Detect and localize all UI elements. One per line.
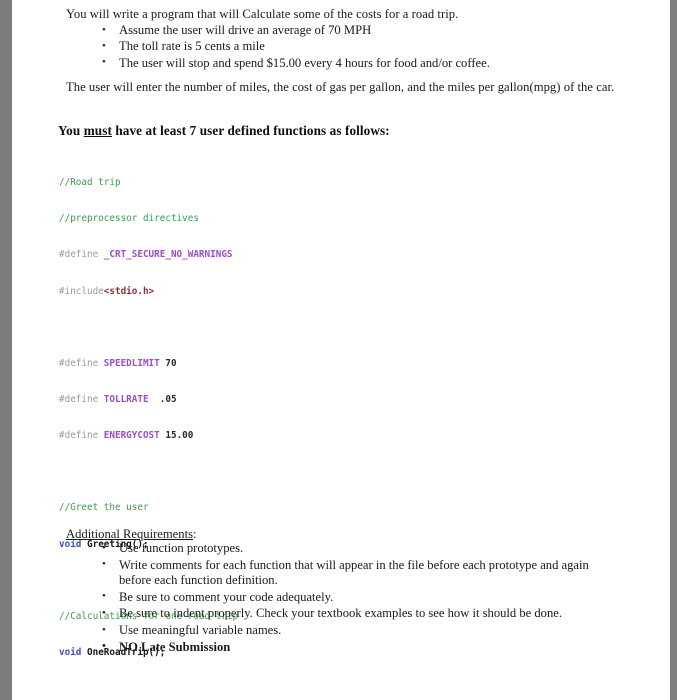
requirement-heading-before: You [58, 123, 84, 138]
additional-requirements-colon: : [192, 527, 197, 541]
list-item: The user will stop and spend $15.00 ever… [102, 55, 572, 71]
intro-paragraph: You will write a program that will Calcu… [66, 7, 459, 21]
code-line: #define _CRT_SECURE_NO_WARNINGS [59, 249, 233, 261]
list-item: Use meaningful variable names. [102, 623, 622, 638]
scanned-page-frame: You will write a program that will Calcu… [0, 0, 677, 700]
document-body: You will write a program that will Calcu… [12, 0, 670, 690]
requirement-heading-emphasis: must [83, 123, 112, 138]
additional-requirements-heading: Additional Requirements: [66, 527, 196, 542]
code-line: //Road trip [59, 177, 121, 189]
list-item: Be sure to indent properly. Check your t… [102, 606, 622, 621]
list-item: Use function prototypes. [102, 540, 622, 556]
code-line: //Greet the user [59, 502, 149, 514]
intro-bullet-list: Assume the user will drive an average of… [102, 22, 572, 72]
list-item: Assume the user will drive an average of… [102, 22, 572, 38]
additional-requirements-title: Additional Requirements [66, 527, 193, 541]
page-sheet: You will write a program that will Calcu… [12, 0, 670, 690]
additional-requirements-list: Use function prototypes. Write comments … [102, 540, 622, 656]
requirement-heading-after: have at least 7 user defined functions a… [111, 123, 390, 138]
code-line: #include<stdio.h> [59, 285, 155, 297]
code-line: #define SPEEDLIMIT 70 [59, 357, 177, 369]
list-item: Be sure to comment your code adequately. [102, 589, 622, 605]
code-line: #define ENERGYCOST 15.00 [59, 430, 194, 442]
code-line: //preprocessor directives [59, 213, 199, 225]
scan-right-border [670, 0, 677, 700]
list-item: The toll rate is 5 cents a mile [102, 39, 572, 55]
list-item: Write comments for each function that wi… [102, 557, 622, 588]
scan-left-border [0, 0, 12, 700]
list-item: NO Late Submission [102, 639, 622, 655]
page-bottom-edge [12, 690, 670, 700]
code-line: #define TOLLRATE .05 [59, 393, 177, 405]
requirement-heading: You must have at least 7 user defined fu… [58, 123, 390, 139]
second-paragraph: The user will enter the number of miles,… [66, 80, 615, 94]
